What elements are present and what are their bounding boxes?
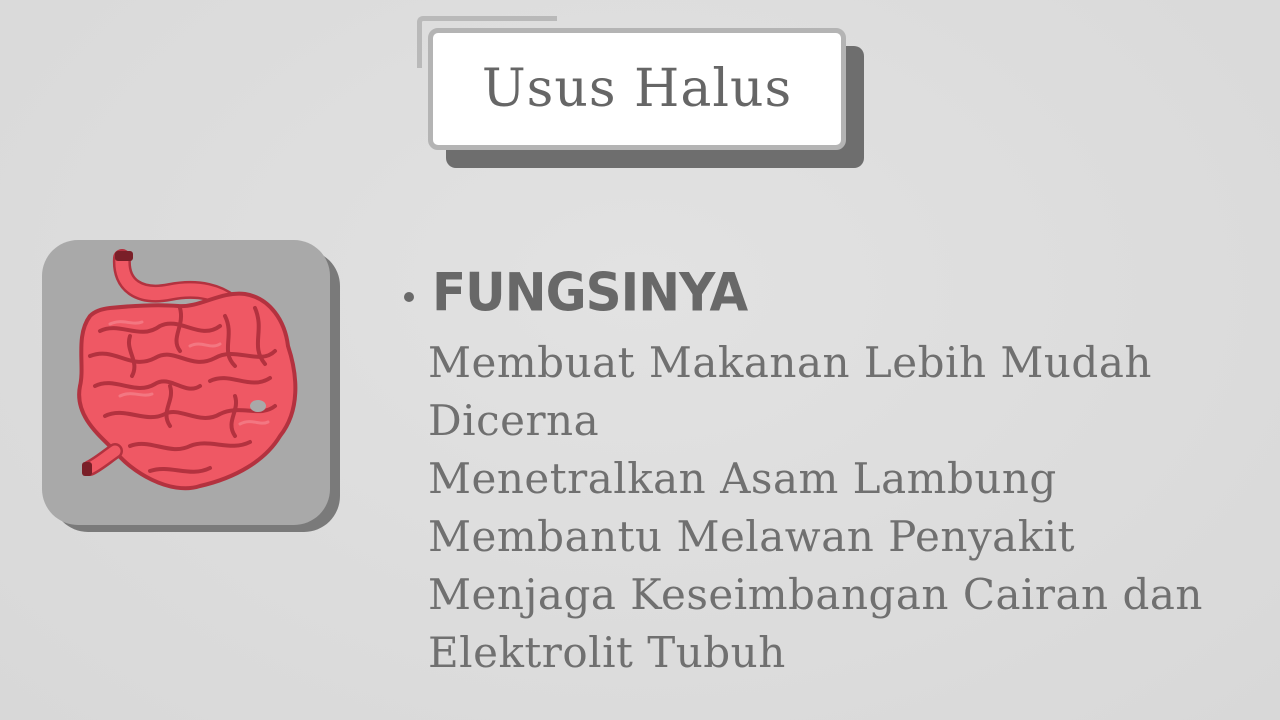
functions-heading: FUNGSINYA (432, 262, 748, 323)
function-item: Membuat Makanan Lebih Mudah Dicerna (428, 338, 1152, 445)
slide: Usus Halus FUNGSINYA Membuat Makanan Leb… (0, 0, 1280, 720)
small-intestine-icon (77, 249, 298, 491)
function-item: Membantu Melawan Penyakit (428, 512, 1075, 561)
slide-title: Usus Halus (481, 59, 793, 119)
bullet-dot (404, 292, 414, 302)
function-item: Menetralkan Asam Lambung (428, 454, 1057, 503)
function-item: Menjaga Keseimbangan Cairan dan Elektrol… (428, 570, 1203, 677)
functions-list: Membuat Makanan Lebih Mudah Dicerna Mene… (428, 334, 1248, 682)
title-box: Usus Halus (428, 28, 846, 150)
